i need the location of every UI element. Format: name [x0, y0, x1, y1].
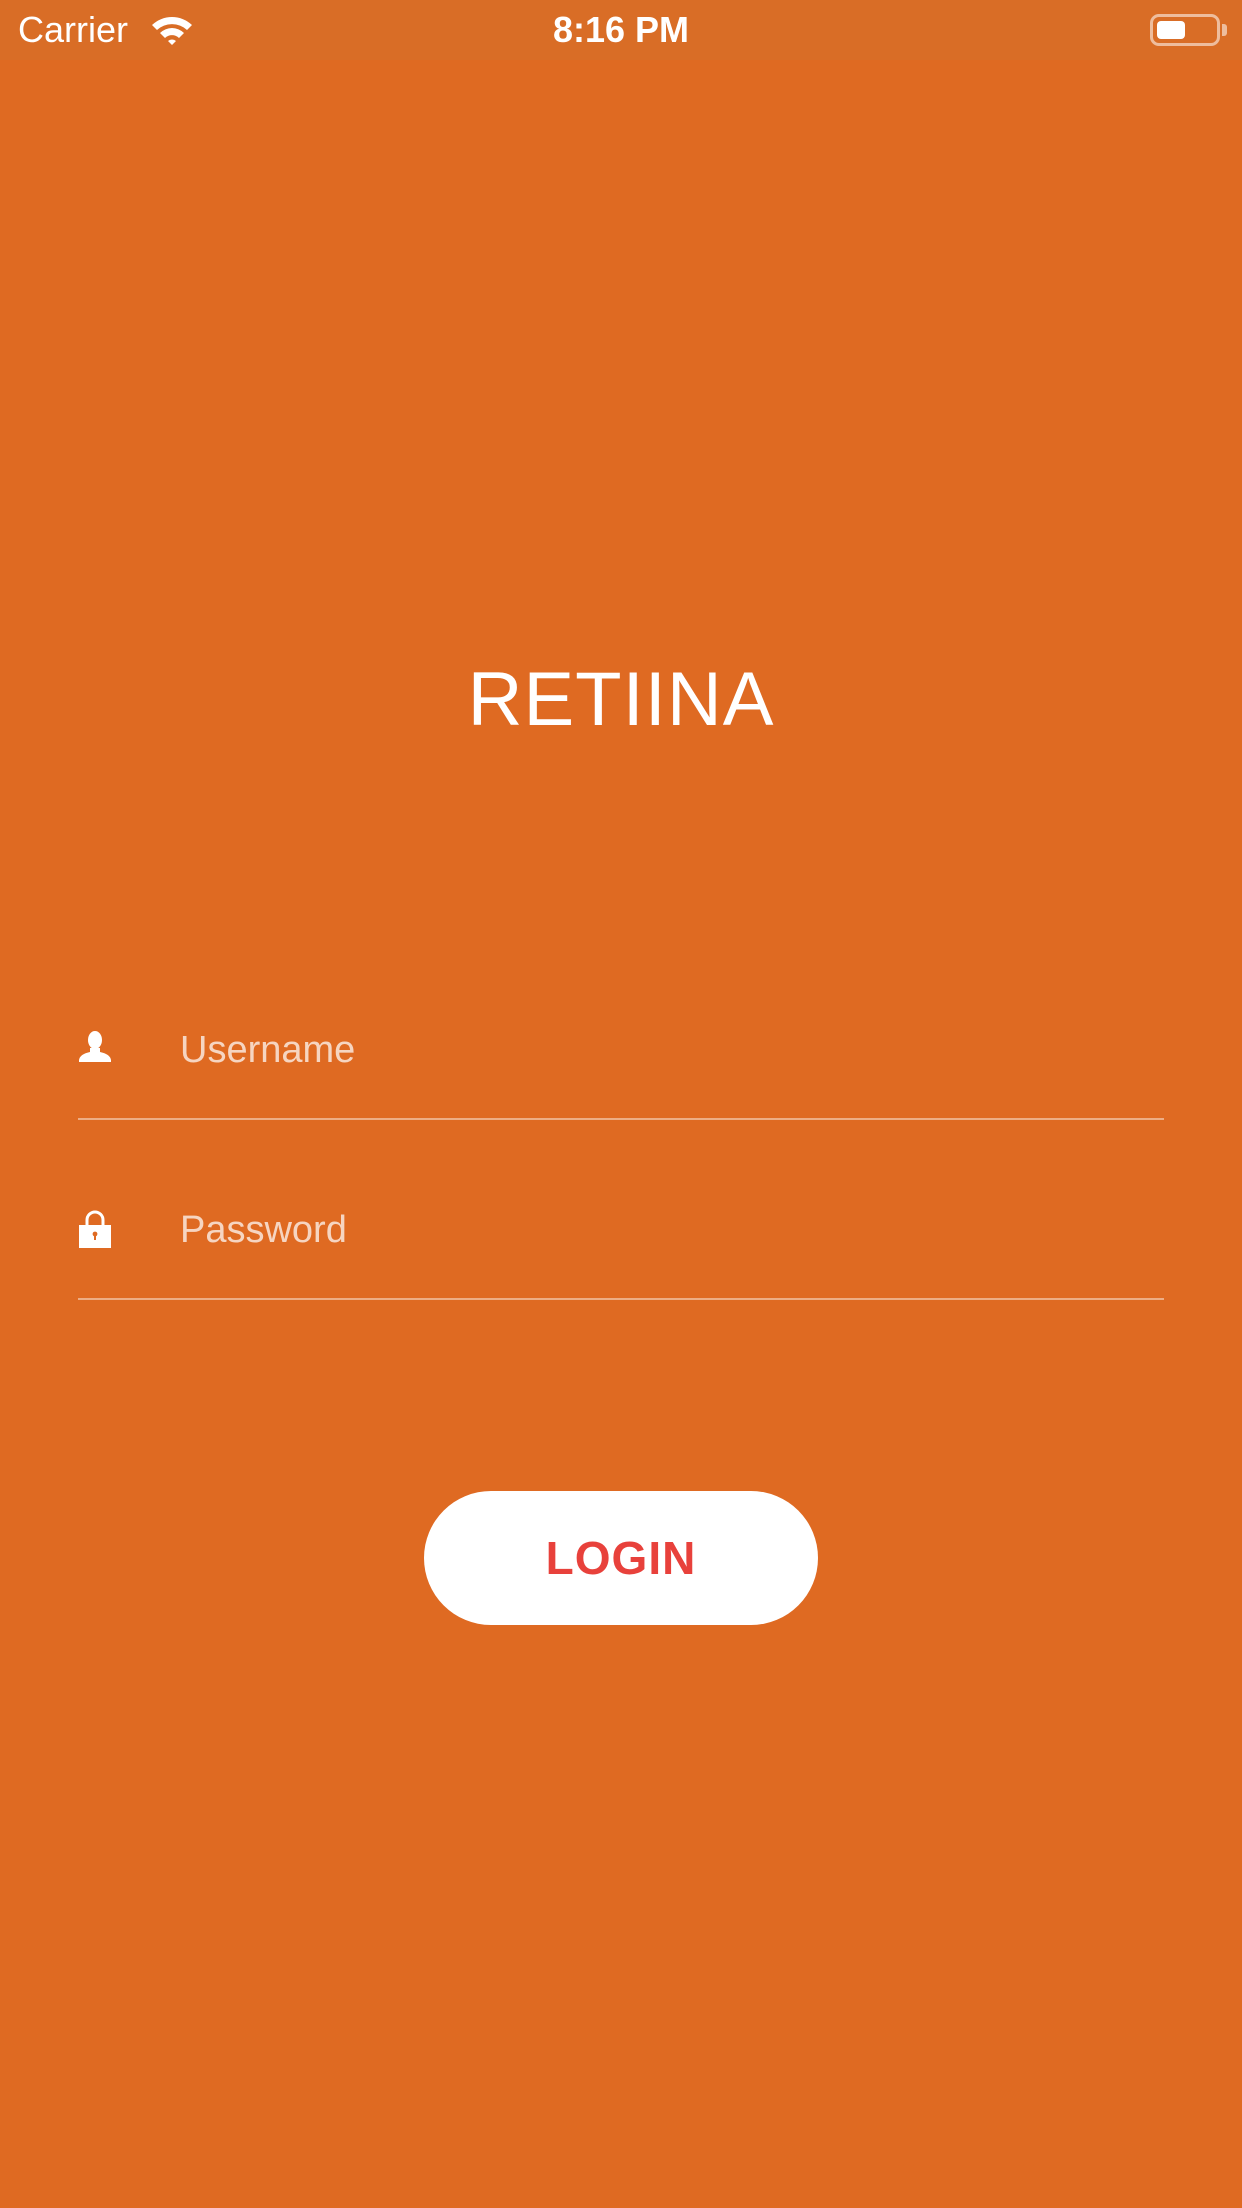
username-field: [78, 1000, 1164, 1120]
login-button[interactable]: LOGIN: [424, 1491, 818, 1625]
lock-icon: [78, 1210, 112, 1248]
password-underline: [78, 1298, 1164, 1300]
battery-icon: [1150, 14, 1220, 46]
password-field: [78, 1180, 1164, 1300]
username-underline: [78, 1118, 1164, 1120]
user-icon: [78, 1030, 112, 1068]
battery-level: [1157, 21, 1185, 39]
clock: 8:16 PM: [552, 9, 690, 50]
battery-cap: [1222, 24, 1227, 36]
app-title: RETIINA: [467, 657, 775, 742]
username-input[interactable]: [180, 1020, 1140, 1080]
status-bar: Carrier 8:16 PM: [0, 0, 1242, 60]
password-input[interactable]: [180, 1200, 1140, 1260]
